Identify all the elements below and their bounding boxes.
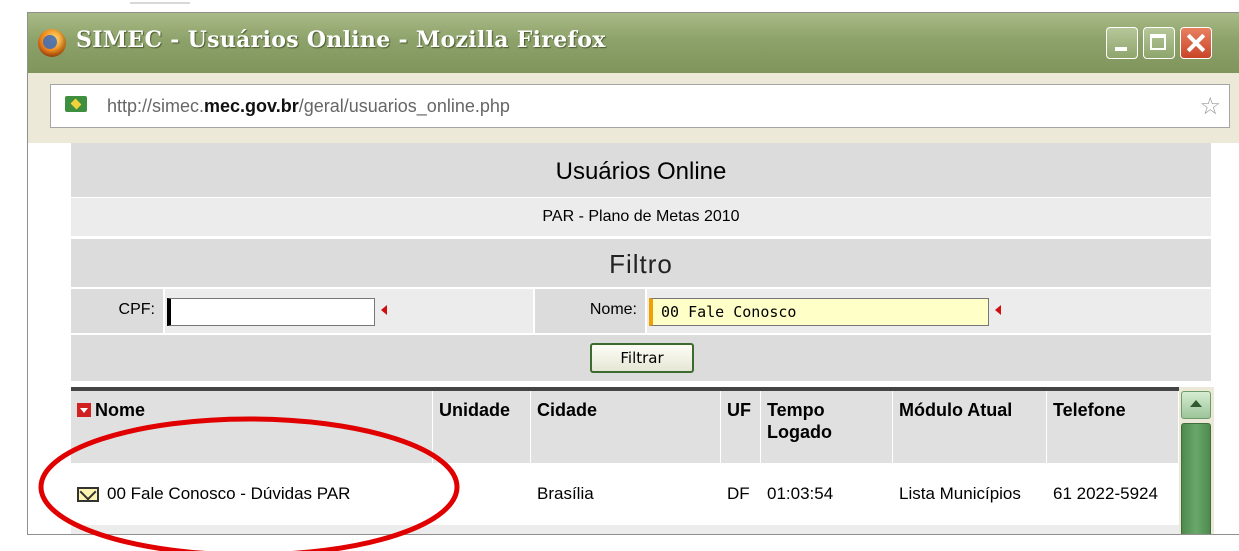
header-cidade[interactable]: Cidade [531, 391, 721, 463]
filter-button-row: Filtrar [71, 335, 1211, 381]
cell-telefone: 61 2022-5924 [1053, 484, 1158, 503]
close-button[interactable] [1180, 27, 1212, 59]
firefox-icon [38, 29, 66, 57]
cell-modulo: Lista Municípios [899, 484, 1021, 503]
cell-uf: DF [727, 484, 750, 503]
required-marker-icon [995, 305, 1001, 315]
filter-button[interactable]: Filtrar [590, 343, 694, 373]
page-subtitle: PAR - Plano de Metas 2010 [71, 198, 1211, 236]
address-bar[interactable]: http://simec.mec.gov.br/geral/usuarios_o… [50, 84, 1230, 128]
required-marker-icon [381, 305, 387, 315]
url-domain: mec.gov.br [204, 96, 299, 116]
cpf-input[interactable] [167, 298, 375, 326]
header-telefone[interactable]: Telefone [1047, 391, 1179, 463]
cpf-label-cell: CPF: [71, 289, 163, 333]
url-prefix: http://simec. [107, 96, 205, 116]
scroll-thumb[interactable] [1181, 423, 1211, 534]
nome-input[interactable]: 00 Fale Conosco [649, 298, 989, 326]
filter-fields: CPF: Nome: 00 Fale Conosco [71, 289, 1211, 333]
minimize-button[interactable] [1106, 27, 1138, 59]
nome-input-cell: 00 Fale Conosco [647, 289, 1211, 333]
desktop-mark [130, 2, 190, 4]
cell-tempo: 01:03:54 [767, 484, 834, 503]
url-suffix: /geral/usuarios_online.php [298, 96, 510, 116]
title-bar: SIMEC - Usuários Online - Mozilla Firefo… [28, 13, 1239, 73]
url-text[interactable]: http://simec.mec.gov.br/geral/usuarios_o… [107, 96, 510, 117]
nome-label-cell: Nome: [535, 289, 645, 333]
window-title: SIMEC - Usuários Online - Mozilla Firefo… [76, 27, 606, 53]
cell-cidade: Brasília [537, 484, 594, 503]
header-tempo[interactable]: Tempo Logado [761, 391, 893, 463]
header-uf[interactable]: UF [721, 391, 761, 463]
scroll-up-arrow-icon[interactable] [1181, 391, 1211, 419]
cpf-input-cell [165, 289, 533, 333]
annotation-circle [37, 393, 461, 551]
star-icon[interactable]: ☆ [1199, 94, 1221, 118]
cpf-label: CPF: [118, 301, 155, 318]
page-title: Usuários Online [71, 143, 1211, 198]
annotation-ellipse [38, 416, 460, 551]
vertical-scrollbar[interactable] [1179, 387, 1214, 534]
address-area: http://simec.mec.gov.br/geral/usuarios_o… [28, 73, 1239, 143]
nome-label: Nome: [589, 301, 637, 318]
site-icon [65, 96, 87, 112]
filter-title: Filtro [71, 239, 1211, 287]
maximize-button[interactable] [1143, 27, 1175, 59]
header-modulo[interactable]: Módulo Atual [893, 391, 1047, 463]
